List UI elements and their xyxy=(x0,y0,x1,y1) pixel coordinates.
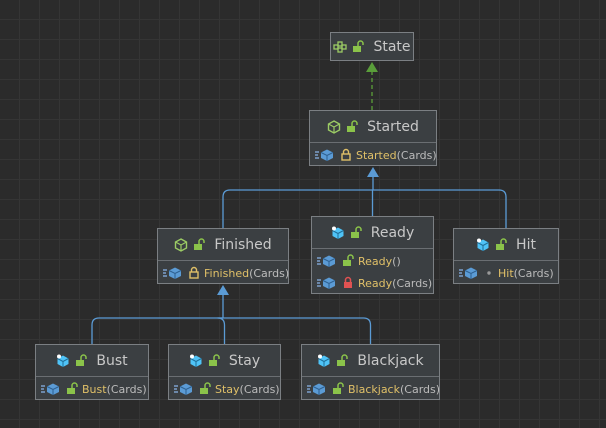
node-header: Started xyxy=(310,111,436,143)
unlock-icon xyxy=(198,382,212,396)
unlock-icon xyxy=(335,353,349,368)
class-icon xyxy=(317,354,331,368)
method-params: (Cards) xyxy=(106,382,147,396)
member-row[interactable]: Finished (Cards) xyxy=(158,262,290,284)
member-row[interactable]: Ready (Cards) xyxy=(312,272,433,294)
unlock-icon xyxy=(192,237,206,252)
node-header: Blackjack xyxy=(302,345,439,377)
implements-arrowhead xyxy=(366,62,378,72)
private-lock-icon xyxy=(341,276,355,290)
node-stay[interactable]: Stay Stay (Cards) xyxy=(168,344,281,400)
member-list: Stay (Cards) xyxy=(169,377,280,400)
edge-bust-extends-finished xyxy=(91,317,223,344)
method-icon xyxy=(306,382,328,396)
edge-blackjack-extends-finished xyxy=(223,317,372,344)
inheritance-arrowhead-finished xyxy=(217,285,229,295)
class-icon xyxy=(331,226,345,240)
class-icon xyxy=(56,354,70,368)
abstract-class-icon xyxy=(174,237,188,252)
unlock-icon xyxy=(494,237,508,252)
node-header: State xyxy=(331,33,413,61)
node-title: Stay xyxy=(228,352,261,369)
class-icon xyxy=(476,238,490,252)
member-list: Started (Cards) xyxy=(310,143,437,166)
method-name: Stay xyxy=(215,382,240,396)
method-icon xyxy=(314,148,336,162)
edge-stay-extends-finished xyxy=(217,317,226,344)
class-icon xyxy=(189,354,203,368)
unlock-icon xyxy=(349,225,363,240)
node-ready[interactable]: Ready Ready() Ready (Cards) xyxy=(311,216,434,294)
node-bust[interactable]: Bust Bust (Cards) xyxy=(35,344,149,400)
unlock-icon xyxy=(331,382,345,396)
node-title: Finished xyxy=(214,236,272,253)
abstract-class-icon xyxy=(327,119,341,134)
protected-lock-icon xyxy=(187,266,201,280)
node-finished[interactable]: Finished Finished (Cards) xyxy=(157,228,289,284)
method-name: Ready xyxy=(358,276,393,290)
node-started[interactable]: Started Started (Cards) xyxy=(309,110,437,166)
node-title: Started xyxy=(367,118,419,135)
package-dot-icon xyxy=(483,266,495,280)
method-name: Blackjack xyxy=(348,382,400,396)
member-row[interactable]: Bust (Cards) xyxy=(36,378,148,400)
method-icon xyxy=(316,254,338,268)
method-icon xyxy=(162,266,184,280)
method-name: Bust xyxy=(82,382,107,396)
node-header: Hit xyxy=(454,229,558,261)
node-title: Blackjack xyxy=(357,352,424,369)
unlock-icon xyxy=(207,353,221,368)
interface-icon xyxy=(333,40,348,54)
node-title: Bust xyxy=(96,352,128,369)
node-header: Ready xyxy=(312,217,433,249)
member-list: Blackjack (Cards) xyxy=(302,377,441,400)
member-list: Hit (Cards) xyxy=(454,261,558,284)
unlock-icon xyxy=(351,40,365,54)
node-blackjack[interactable]: Blackjack Blackjack (Cards) xyxy=(301,344,440,400)
member-row[interactable]: Started (Cards) xyxy=(310,144,437,166)
member-list: Ready() Ready (Cards) xyxy=(312,249,433,294)
method-params: (Cards) xyxy=(392,276,433,290)
method-icon xyxy=(40,382,62,396)
node-header: Finished xyxy=(158,229,288,261)
member-list: Finished (Cards) xyxy=(158,261,290,284)
node-state[interactable]: State xyxy=(330,32,414,61)
method-icon xyxy=(316,276,338,290)
node-header: Stay xyxy=(169,345,280,377)
inheritance-arrowhead-started xyxy=(367,167,379,177)
method-params: () xyxy=(392,254,401,268)
unlock-icon xyxy=(341,254,355,268)
unlock-icon xyxy=(65,382,79,396)
unlock-icon xyxy=(345,119,359,134)
protected-lock-icon xyxy=(339,148,353,162)
method-name: Hit xyxy=(498,266,514,280)
method-params: (Cards) xyxy=(399,382,441,396)
method-params: (Cards) xyxy=(396,148,437,162)
method-name: Started xyxy=(356,148,397,162)
method-name: Ready xyxy=(358,254,393,268)
member-row[interactable]: Blackjack (Cards) xyxy=(302,378,441,400)
member-row[interactable]: Hit (Cards) xyxy=(454,262,558,284)
unlock-icon xyxy=(74,353,88,368)
member-list: Bust (Cards) xyxy=(36,377,148,400)
method-params: (Cards) xyxy=(249,266,290,280)
method-icon xyxy=(458,266,480,280)
member-row[interactable]: Stay (Cards) xyxy=(169,378,280,400)
node-header: Bust xyxy=(36,345,148,377)
node-title: Ready xyxy=(370,224,415,241)
method-icon xyxy=(173,382,195,396)
node-hit[interactable]: Hit Hit (Cards) xyxy=(453,228,559,284)
method-params: (Cards) xyxy=(513,266,554,280)
method-params: (Cards) xyxy=(239,382,280,396)
method-name: Finished xyxy=(204,266,250,280)
member-row[interactable]: Ready() xyxy=(312,250,433,272)
node-title: State xyxy=(373,39,411,55)
node-title: Hit xyxy=(516,236,536,253)
